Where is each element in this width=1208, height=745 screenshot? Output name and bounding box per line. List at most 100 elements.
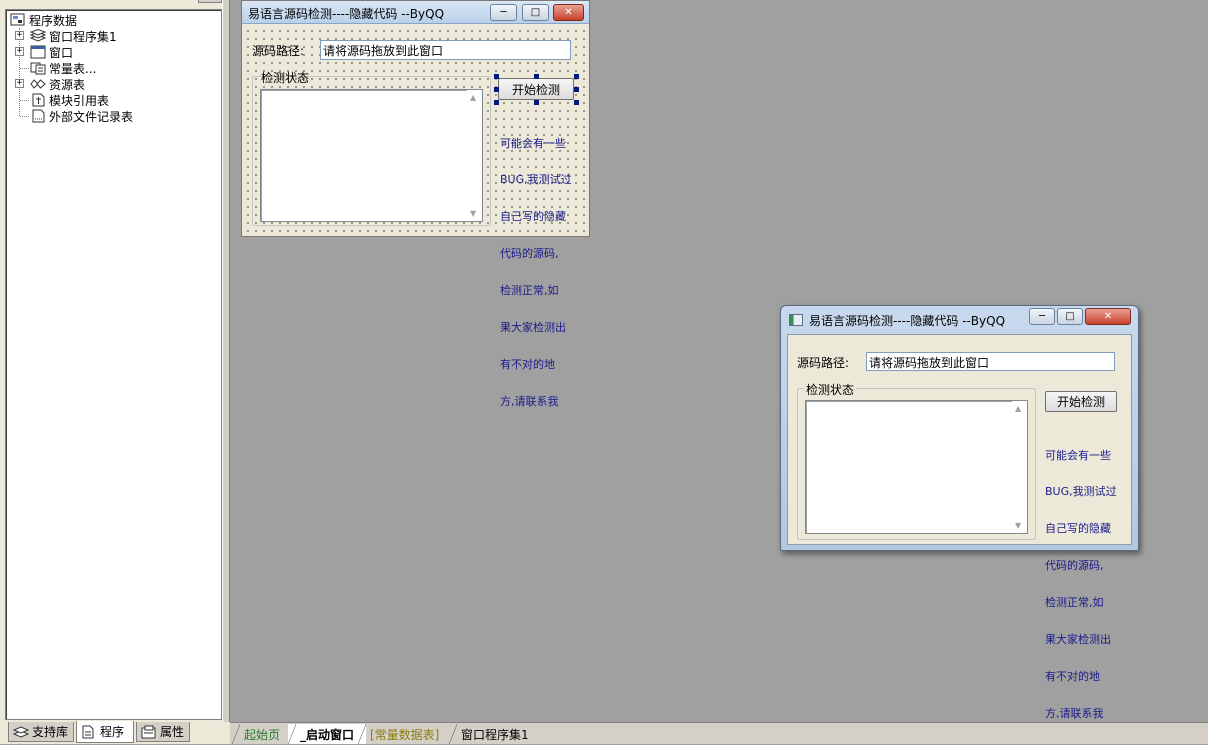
status-group-label: 检测状态 [804, 381, 857, 398]
note-line: 有不对的地 [500, 357, 555, 371]
selection-handle[interactable] [574, 100, 579, 105]
tree-item-window-assembly[interactable]: + 窗口程序集1 [15, 28, 117, 44]
status-group-label: 检测状态 [261, 71, 310, 85]
assembly-icon [30, 29, 46, 43]
maximize-icon: □ [530, 6, 541, 18]
tab-label: 程序 [100, 725, 125, 739]
path-label: 源码路径: [797, 356, 850, 370]
status-group: 检测状态 ▲ ▼ [797, 381, 1036, 540]
path-label: 源码路径: [252, 44, 305, 58]
program-icon [81, 725, 97, 739]
preview-window[interactable]: 易语言源码检测----隐藏代码 --ByQQ ─ □ ✕ 源码路径: 请将源码拖… [780, 305, 1139, 720]
scroll-down-icon[interactable]: ▼ [470, 209, 476, 218]
tree-item-label: 模块引用表 [49, 93, 110, 108]
start-check-button[interactable]: 开始检测 [498, 78, 574, 100]
tree-item-label: 窗口 [49, 45, 74, 60]
maximize-icon: □ [1065, 310, 1075, 322]
selection-handle[interactable] [494, 87, 499, 92]
program-data-icon [10, 13, 26, 27]
constants-icon [30, 61, 46, 75]
preview-client-area: 源码路径: 请将源码拖放到此窗口 检测状态 ▲ ▼ 开始检测 可能会有一些 BU… [787, 334, 1132, 720]
note-line: 检测正常,如 [1045, 596, 1104, 610]
note-line: 自己写的隐藏 [500, 210, 566, 224]
scroll-up-icon[interactable]: ▲ [1015, 404, 1021, 413]
expand-icon[interactable]: + [15, 47, 24, 56]
note-line: 有不对的地 [1045, 669, 1100, 683]
note-line: 检测正常,如 [500, 284, 559, 298]
tree-item-label: 资源表 [49, 77, 86, 92]
tab-constants-table[interactable]: [常量数据表] [358, 724, 451, 744]
tree-root[interactable]: 程序数据 [10, 12, 77, 28]
note-line: 果大家检测出 [1045, 633, 1111, 647]
tab-support-library[interactable]: 支持库 [8, 722, 74, 742]
tab-label: 支持库 [32, 725, 69, 739]
path-input[interactable]: 请将源码拖放到此窗口 [866, 352, 1115, 371]
note-line: 可能会有一些 [500, 136, 566, 150]
tree-item-window[interactable]: + 窗口 [15, 44, 74, 60]
panel-tabs: 支持库 程序 属性 [0, 721, 230, 744]
app-icon [789, 314, 803, 326]
tab-properties[interactable]: 属性 [136, 722, 190, 742]
note-line: 果大家检测出 [500, 321, 566, 335]
start-check-button[interactable]: 开始检测 [1045, 391, 1117, 412]
selection-handle[interactable] [534, 100, 539, 105]
close-button[interactable]: ✕ [553, 4, 584, 21]
minimize-button[interactable]: ─ [1029, 308, 1055, 325]
note-line: 代码的源码, [1045, 559, 1104, 573]
close-icon: ✕ [1103, 310, 1113, 322]
selection-handle[interactable] [494, 74, 499, 79]
minimize-icon: ─ [1038, 310, 1046, 322]
selection-handle[interactable] [534, 74, 539, 79]
note-line: 自己写的隐藏 [1045, 522, 1111, 536]
info-note: 可能会有一些 BUG,我测试过 自己写的隐藏 代码的源码, 检测正常,如 果大家… [1045, 425, 1117, 745]
tree-item-resources[interactable]: + 资源表 [15, 76, 86, 92]
minimize-button[interactable]: ─ [490, 4, 517, 21]
maximize-button[interactable]: □ [522, 4, 549, 21]
properties-icon [141, 725, 157, 739]
document-tabs: 起始页 _启动窗口 [常量数据表] 窗口程序集1 [230, 722, 1208, 744]
tree-line [20, 100, 29, 101]
tree-item-label: 常量表... [49, 61, 97, 76]
minimize-icon: ─ [500, 6, 507, 18]
tree-line [20, 68, 29, 69]
note-line: 方,请联系我 [500, 394, 559, 408]
note-line: BUG,我测试过 [1045, 485, 1117, 499]
scroll-up-icon[interactable]: ▲ [470, 93, 476, 102]
close-button[interactable]: ✕ [1085, 308, 1131, 325]
tree-item-module-refs[interactable]: 模块引用表 [20, 92, 110, 108]
design-form-titlebar[interactable]: 易语言源码检测----隐藏代码 --ByQQ ─ □ ✕ [242, 1, 589, 24]
status-output[interactable]: ▲ ▼ [260, 89, 483, 222]
note-line: BUG,我测试过 [500, 173, 572, 187]
status-scrollbar[interactable]: ▲ ▼ [1012, 401, 1027, 533]
project-tree[interactable]: 程序数据 + 窗口程序集1 + 窗口 常量表... + 资源表 模块引用表 外部… [5, 9, 222, 720]
status-output[interactable]: ▲ ▼ [805, 400, 1028, 534]
maximize-button[interactable]: □ [1057, 308, 1083, 325]
note-line: 方,请联系我 [1045, 706, 1104, 720]
selection-handle[interactable] [574, 87, 579, 92]
design-form[interactable]: 易语言源码检测----隐藏代码 --ByQQ ─ □ ✕ 源码路径: 请将源码拖… [241, 0, 590, 408]
selection-handle[interactable] [494, 100, 499, 105]
status-scrollbar[interactable]: ▲ ▼ [467, 90, 482, 221]
tree-item-label: 窗口程序集1 [49, 29, 117, 44]
tab-window-assembly[interactable]: 窗口程序集1 [449, 724, 541, 744]
tree-item-label: 外部文件记录表 [49, 109, 134, 124]
panel-splitter[interactable] [222, 0, 230, 722]
tree-item-constants[interactable]: 常量表... [20, 60, 97, 76]
tab-program[interactable]: 程序 [76, 721, 134, 743]
tree-line [20, 116, 29, 117]
selection-handle[interactable] [574, 74, 579, 79]
expand-icon[interactable]: + [15, 31, 24, 40]
expand-icon[interactable]: + [15, 79, 24, 88]
preview-window-title: 易语言源码检测----隐藏代码 --ByQQ [809, 314, 1006, 328]
path-input[interactable]: 请将源码拖放到此窗口 [320, 40, 571, 60]
status-group: 检测状态 ▲ ▼ [252, 71, 491, 226]
tree-root-label: 程序数据 [29, 13, 78, 28]
resources-icon [30, 77, 46, 91]
project-panel: 程序数据 + 窗口程序集1 + 窗口 常量表... + 资源表 模块引用表 外部… [0, 0, 230, 744]
tab-startup-window[interactable]: _启动窗口 [288, 724, 367, 744]
tree-item-external-files[interactable]: 外部文件记录表 [20, 108, 134, 124]
scroll-down-icon[interactable]: ▼ [1015, 521, 1021, 530]
close-icon: ✕ [564, 6, 573, 18]
tab-start-page[interactable]: 起始页 [232, 724, 292, 744]
tree-line [19, 28, 20, 116]
